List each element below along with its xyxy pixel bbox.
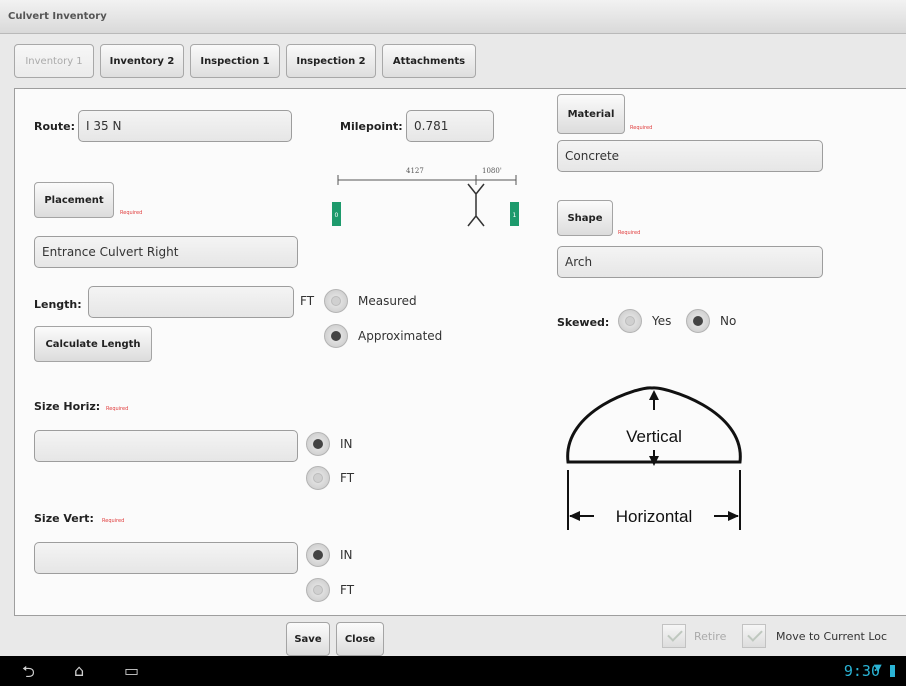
- shape-button[interactable]: Shape: [557, 200, 613, 236]
- placement-required-note: Required: [120, 210, 143, 216]
- title-bar: Culvert Inventory: [0, 0, 906, 34]
- horizontal-label: Horizontal: [616, 507, 693, 526]
- save-button[interactable]: Save: [286, 622, 330, 656]
- route-input[interactable]: I 35 N: [78, 110, 292, 142]
- material-required-note: Required: [630, 125, 653, 131]
- route-label: Route:: [34, 120, 75, 133]
- right-distance-label: 1080': [482, 167, 502, 175]
- calculate-length-button[interactable]: Calculate Length: [34, 326, 152, 362]
- arrow-left-icon: [569, 511, 580, 521]
- size-vert-in-radio[interactable]: [306, 543, 330, 567]
- battery-icon: [890, 665, 895, 677]
- size-vert-in-label: IN: [340, 548, 353, 562]
- size-horiz-in-label: IN: [340, 437, 353, 451]
- skewed-no-radio-dot: [693, 316, 703, 326]
- size-vert-label: Size Vert:: [34, 512, 94, 525]
- measured-radio-dot: [331, 296, 341, 306]
- retire-label: Retire: [694, 630, 727, 643]
- back-icon[interactable]: ⮌: [22, 661, 35, 686]
- culvert-symbol-icon: [467, 183, 485, 227]
- shape-field[interactable]: Arch: [557, 246, 823, 278]
- size-horiz-ft-label: FT: [340, 471, 355, 485]
- wifi-icon: ▼: [874, 663, 882, 674]
- vertical-label: Vertical: [626, 427, 682, 446]
- right-marker-label: 1: [513, 212, 517, 219]
- length-input[interactable]: [88, 286, 294, 318]
- size-vert-ft-radio[interactable]: [306, 578, 330, 602]
- approximated-label: Approximated: [358, 329, 443, 343]
- milepoint-input[interactable]: 0.781: [406, 110, 494, 142]
- size-horiz-in-radio-dot: [313, 439, 323, 449]
- size-vert-in-radio-dot: [313, 550, 323, 560]
- home-icon[interactable]: ⌂: [74, 661, 84, 680]
- size-horiz-input[interactable]: [34, 430, 298, 462]
- retire-checkbox[interactable]: [662, 624, 686, 648]
- skewed-no-radio[interactable]: [686, 309, 710, 333]
- size-vert-required-note: Required: [102, 518, 125, 524]
- skewed-no-label: No: [720, 314, 737, 328]
- skewed-yes-radio[interactable]: [618, 309, 642, 333]
- move-to-current-location-label: Move to Current Loc: [776, 630, 888, 643]
- window-title: Culvert Inventory: [8, 11, 107, 22]
- arch-shape-diagram: Vertical Horizontal: [566, 386, 742, 530]
- size-horiz-in-radio[interactable]: [306, 432, 330, 456]
- approximated-radio[interactable]: [324, 324, 348, 348]
- tab-inspection-1[interactable]: Inspection 1: [190, 44, 280, 78]
- skewed-yes-label: Yes: [652, 314, 672, 328]
- size-vert-input[interactable]: [34, 542, 298, 574]
- arrow-up-icon: [649, 390, 659, 400]
- left-distance-label: 4127: [406, 167, 424, 175]
- approximated-radio-dot: [331, 331, 341, 341]
- arrow-right-icon: [728, 511, 739, 521]
- tab-inventory-1[interactable]: Inventory 1: [14, 44, 94, 78]
- tab-attachments[interactable]: Attachments: [382, 44, 476, 78]
- size-horiz-ft-radio-dot: [313, 473, 323, 483]
- tab-inspection-2[interactable]: Inspection 2: [286, 44, 376, 78]
- size-horiz-required-note: Required: [106, 406, 129, 412]
- close-button[interactable]: Close: [336, 622, 384, 656]
- placement-button[interactable]: Placement: [34, 182, 114, 218]
- material-button[interactable]: Material: [557, 94, 625, 134]
- app-window: Culvert Inventory Inventory 1 Inventory …: [0, 0, 906, 686]
- move-to-current-location-checkbox[interactable]: [742, 624, 766, 648]
- shape-required-note: Required: [618, 230, 641, 236]
- tab-inventory-2[interactable]: Inventory 2: [100, 44, 184, 78]
- length-unit-label: FT: [300, 294, 315, 308]
- length-label: Length:: [34, 298, 82, 311]
- measured-label: Measured: [358, 294, 417, 308]
- size-vert-ft-radio-dot: [313, 585, 323, 595]
- size-horiz-label: Size Horiz:: [34, 400, 101, 413]
- left-marker-label: 0: [335, 212, 339, 219]
- route-diagram: 4127 1080' 0 1: [332, 167, 519, 227]
- measured-radio[interactable]: [324, 289, 348, 313]
- skewed-label: Skewed:: [557, 316, 610, 329]
- skewed-yes-radio-dot: [625, 316, 635, 326]
- size-horiz-ft-radio[interactable]: [306, 466, 330, 490]
- material-field[interactable]: Concrete: [557, 140, 823, 172]
- system-navigation-bar: ⮌ ⌂ ▭ 9:30 ▼: [0, 656, 906, 686]
- placement-field[interactable]: Entrance Culvert Right: [34, 236, 298, 268]
- recent-apps-icon[interactable]: ▭: [124, 661, 139, 680]
- size-vert-ft-label: FT: [340, 583, 355, 597]
- milepoint-label: Milepoint:: [340, 120, 403, 133]
